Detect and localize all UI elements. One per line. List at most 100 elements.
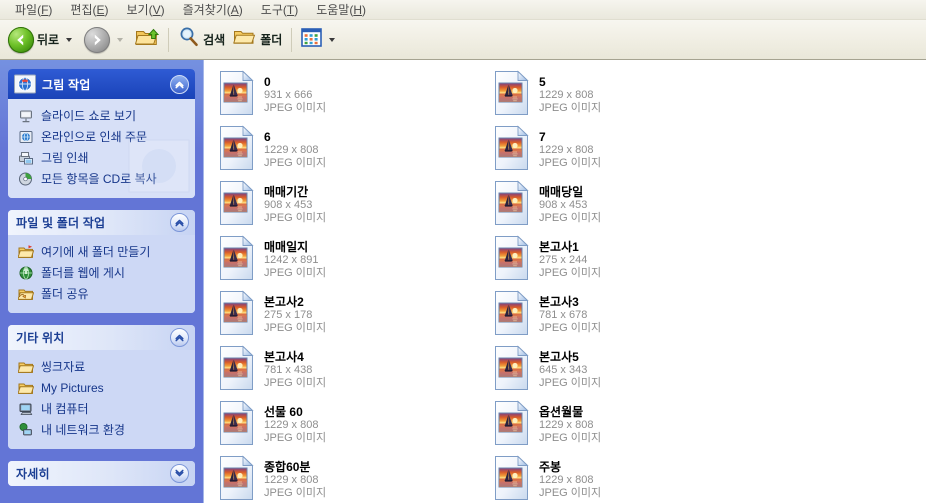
panel-title-0: 그림 작업	[42, 77, 91, 92]
file-name: 선물 60	[264, 405, 303, 419]
file-type: JPEG 이미지	[539, 432, 602, 444]
copy-to-cd-icon	[18, 171, 34, 187]
sidebar-item-label: 내 컴퓨터	[41, 402, 89, 416]
forward-dropdown-caret[interactable]	[117, 37, 124, 42]
file-type: JPEG 이미지	[264, 212, 327, 224]
panel-header-2[interactable]: 기타 위치	[8, 325, 195, 350]
views-dropdown-caret[interactable]	[329, 37, 336, 42]
file-item[interactable]: 종합60분 1229 x 808 JPEG 이미지	[214, 453, 489, 503]
publish-web-icon	[18, 265, 34, 281]
file-item[interactable]: 본고사4 781 x 438 JPEG 이미지	[214, 343, 489, 398]
file-list-pane[interactable]: 0 931 x 666 JPEG 이미지 5 1229 x 808 JPEG 이미지 6 12…	[203, 60, 926, 503]
menu-item-2[interactable]: 보기(V)	[118, 1, 174, 19]
file-item[interactable]: 본고사1 275 x 244 JPEG 이미지	[489, 233, 764, 288]
up-button[interactable]	[131, 24, 163, 56]
file-item[interactable]: 매매일지 1242 x 891 JPEG 이미지	[214, 233, 489, 288]
file-name: 본고사1	[539, 240, 579, 254]
folder-icon	[233, 27, 257, 52]
menu-item-5[interactable]: 도움말(H)	[307, 1, 375, 19]
menu-item-4[interactable]: 도구(T)	[252, 1, 307, 19]
jpeg-image-icon	[493, 235, 531, 281]
chevron-up-icon[interactable]	[170, 213, 189, 232]
toolbar: 뒤로 검색 폴더	[0, 20, 926, 60]
views-icon	[301, 27, 323, 52]
file-item[interactable]: 매매당일 908 x 453 JPEG 이미지	[489, 178, 764, 233]
back-dropdown-caret[interactable]	[66, 37, 73, 42]
back-button[interactable]: 뒤로	[4, 24, 80, 56]
file-item[interactable]: 선물 60 1229 x 808 JPEG 이미지	[214, 398, 489, 453]
main-area: 그림 작업 슬라이드 쇼로 보기 온라인으로 인쇄 주문 그림 인쇄 모든 항목을 CD…	[0, 60, 926, 503]
file-dimensions: 1242 x 891	[264, 254, 319, 266]
file-name: 본고사3	[539, 295, 579, 309]
file-item[interactable]: 본고사3 781 x 678 JPEG 이미지	[489, 288, 764, 343]
file-name: 본고사5	[539, 350, 579, 364]
slideshow-icon	[18, 108, 34, 124]
search-icon	[178, 26, 200, 53]
file-meta: 선물 60 1229 x 808 JPEG 이미지	[264, 400, 326, 445]
sidebar-item-label: 슬라이드 쇼로 보기	[41, 109, 136, 123]
file-item[interactable]: 본고사5 645 x 343 JPEG 이미지	[489, 343, 764, 398]
chevron-down-icon[interactable]	[170, 464, 189, 483]
sidebar-item-2-1[interactable]: My Pictures	[16, 378, 191, 399]
file-name: 매매일지	[264, 240, 309, 254]
sidebar-item-2-0[interactable]: 씽크자료	[16, 357, 191, 378]
sidebar-item-label: 씽크자료	[41, 360, 86, 374]
file-item[interactable]: 7 1229 x 808 JPEG 이미지	[489, 123, 764, 178]
file-name: 본고사2	[264, 295, 304, 309]
sidebar-panel-3: 자세히	[8, 461, 195, 486]
file-type: JPEG 이미지	[264, 487, 327, 499]
file-item[interactable]: 6 1229 x 808 JPEG 이미지	[214, 123, 489, 178]
sidebar-item-1-0[interactable]: 여기에 새 폴더 만들기	[16, 242, 191, 263]
menu-item-3[interactable]: 즐겨찾기(A)	[174, 1, 252, 19]
sidebar-panel-2: 기타 위치씽크자료 My Pictures 내 컴퓨터내 네트워크 환경	[8, 325, 195, 449]
panel-header-0[interactable]: 그림 작업	[8, 69, 195, 99]
search-button[interactable]: 검색	[174, 24, 229, 56]
sidebar-item-2-3[interactable]: 내 네트워크 환경	[16, 420, 191, 441]
file-meta: 종합60분 1229 x 808 JPEG 이미지	[264, 455, 326, 500]
decorative-photo-watermark	[127, 138, 191, 194]
panel-body-1: 여기에 새 폴더 만들기폴더를 웹에 게시 폴더 공유	[8, 235, 195, 313]
sidebar-item-1-2[interactable]: 폴더 공유	[16, 284, 191, 305]
file-item[interactable]: 매매기간 908 x 453 JPEG 이미지	[214, 178, 489, 233]
file-type: JPEG 이미지	[264, 377, 327, 389]
file-type: JPEG 이미지	[539, 267, 602, 279]
chevron-up-icon[interactable]	[170, 74, 189, 94]
file-name: 7	[539, 130, 546, 144]
jpeg-image-icon	[218, 125, 256, 171]
file-dimensions: 781 x 438	[264, 364, 313, 376]
file-meta: 7 1229 x 808 JPEG 이미지	[539, 125, 601, 170]
sidebar-item-1-1[interactable]: 폴더를 웹에 게시	[16, 263, 191, 284]
chevron-up-icon[interactable]	[170, 328, 189, 347]
file-item[interactable]: 본고사2 275 x 178 JPEG 이미지	[214, 288, 489, 343]
file-meta: 6 1229 x 808 JPEG 이미지	[264, 125, 326, 170]
views-button[interactable]	[297, 24, 343, 56]
network-icon	[18, 422, 34, 438]
back-label: 뒤로	[37, 33, 60, 47]
file-item[interactable]: 옵션월물 1229 x 808 JPEG 이미지	[489, 398, 764, 453]
sidebar-item-0-0[interactable]: 슬라이드 쇼로 보기	[16, 106, 191, 127]
forward-button[interactable]	[80, 24, 131, 56]
sidebar-item-label: 여기에 새 폴더 만들기	[41, 245, 151, 259]
jpeg-image-icon	[493, 345, 531, 391]
file-item[interactable]: 0 931 x 666 JPEG 이미지	[214, 68, 489, 123]
file-meta: 주봉 1229 x 808 JPEG 이미지	[539, 455, 601, 500]
file-dimensions: 1229 x 808	[539, 474, 594, 486]
sidebar-item-label: My Pictures	[41, 381, 104, 395]
file-dimensions: 275 x 178	[264, 309, 313, 321]
file-type: JPEG 이미지	[264, 102, 327, 114]
panel-header-1[interactable]: 파일 및 폴더 작업	[8, 210, 195, 235]
panel-header-3[interactable]: 자세히	[8, 461, 195, 486]
sidebar-item-2-2[interactable]: 내 컴퓨터	[16, 399, 191, 420]
file-name: 0	[264, 75, 271, 89]
file-type: JPEG 이미지	[539, 377, 602, 389]
folders-button[interactable]: 폴더	[229, 24, 286, 56]
menu-item-0[interactable]: 파일(F)	[6, 1, 61, 19]
file-item[interactable]: 5 1229 x 808 JPEG 이미지	[489, 68, 764, 123]
picture-task-header-icon	[13, 73, 37, 98]
menu-item-1[interactable]: 편집(E)	[61, 1, 117, 19]
file-meta: 본고사1 275 x 244 JPEG 이미지	[539, 235, 601, 280]
file-meta: 0 931 x 666 JPEG 이미지	[264, 70, 326, 115]
jpeg-image-icon	[218, 70, 256, 116]
file-meta: 5 1229 x 808 JPEG 이미지	[539, 70, 601, 115]
file-item[interactable]: 주봉 1229 x 808 JPEG 이미지	[489, 453, 764, 503]
